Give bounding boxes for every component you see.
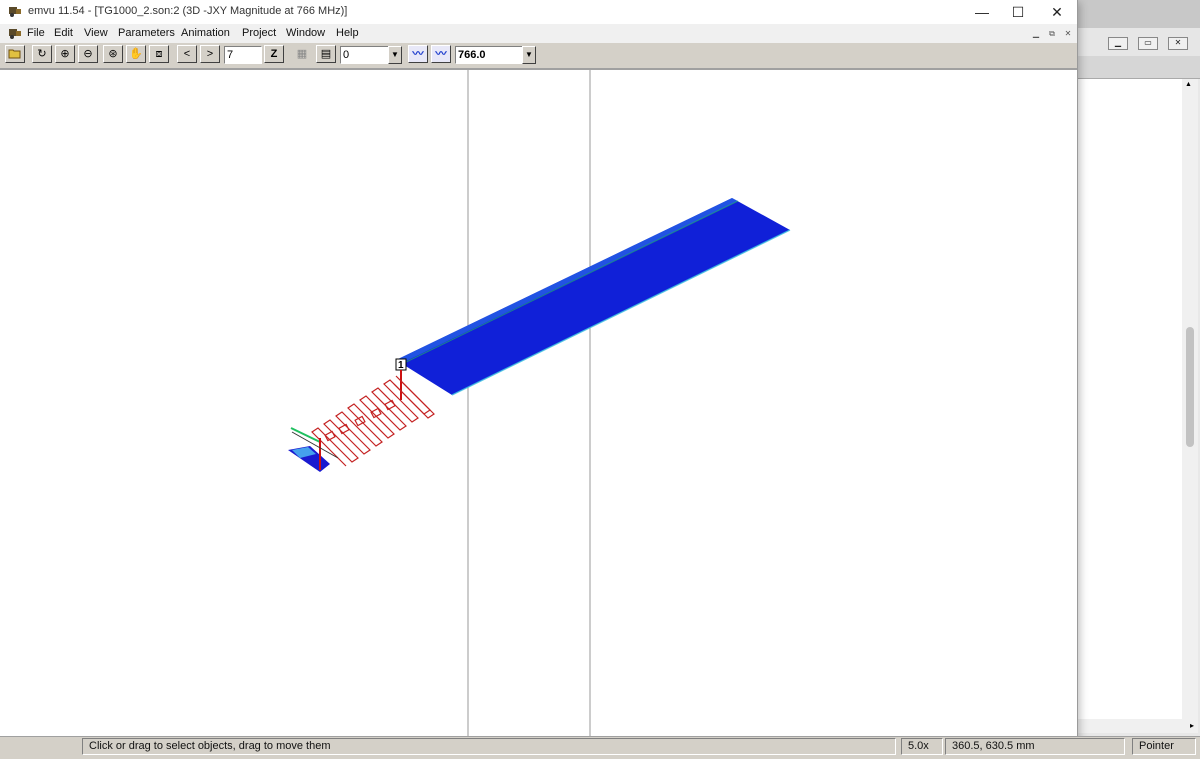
menu-parameters[interactable]: Parameters [118, 27, 175, 39]
background-window-toolbar [1076, 56, 1200, 79]
pan-button[interactable]: ✋ [126, 45, 146, 63]
status-bar: Click or drag to select objects, drag to… [0, 736, 1200, 759]
zoom-fit-icon: ⊛ [108, 48, 118, 60]
document-icon[interactable] [8, 27, 22, 39]
close-button[interactable]: ✕ [1037, 2, 1077, 22]
horizontal-scrollbar[interactable]: ▸ [1078, 719, 1198, 733]
frame-input[interactable]: 7 [224, 46, 262, 64]
menu-view[interactable]: View [84, 27, 108, 39]
mesh-icon: ▦ [296, 48, 308, 60]
scroll-up-icon[interactable]: ▲ [1185, 81, 1192, 88]
background-window: ▁ ▭ ✕ ▲ ▸ [1076, 28, 1200, 740]
level-dropdown-arrow[interactable]: ▼ [388, 46, 402, 64]
minimize-button[interactable]: — [962, 2, 1002, 22]
mdi-restore-button[interactable]: ⧉ [1046, 28, 1058, 39]
meander-line[interactable] [311, 375, 435, 467]
current-plot[interactable]: 1 [0, 70, 1077, 740]
mode-indicator: Pointer [1132, 738, 1196, 755]
background-window-titlebar: ▁ ▭ ✕ [1076, 28, 1200, 56]
main-window: emvu 11.54 - [TG1000_2.son:2 (3D -JXY Ma… [0, 0, 1078, 740]
menu-animation[interactable]: Animation [181, 27, 230, 39]
waveform-button[interactable]: 〰 [408, 45, 428, 63]
waveform-all-icon: 〰 [435, 48, 447, 60]
3d-view-canvas[interactable]: 1 [0, 70, 1077, 740]
title-bar[interactable]: emvu 11.54 - [TG1000_2.son:2 (3D -JXY Ma… [0, 0, 1077, 24]
next-button[interactable]: > [200, 45, 220, 63]
zoom-indicator: 5.0x [901, 738, 943, 755]
mesh-button[interactable]: ▦ [292, 45, 312, 63]
frequency-dropdown[interactable]: 766.0 [455, 46, 525, 64]
layers-icon: ▤ [320, 48, 332, 60]
coordinates-readout: 360.5, 630.5 mm [945, 738, 1125, 755]
menu-file[interactable]: File [27, 27, 45, 39]
scroll-thumb[interactable] [1186, 327, 1194, 447]
zoom-fit-button[interactable]: ⊛ [103, 45, 123, 63]
level-dropdown[interactable]: 0 [340, 46, 390, 64]
background-window-content [1078, 79, 1182, 719]
layers-button[interactable]: ▤ [316, 45, 336, 63]
scroll-right-icon[interactable]: ▸ [1190, 721, 1194, 730]
hand-icon: ✋ [129, 48, 143, 60]
open-button[interactable] [5, 45, 25, 63]
cube-icon: ⧈ [155, 48, 163, 60]
mdi-minimize-button[interactable]: ▁ [1030, 28, 1042, 39]
waveform-icon: 〰 [412, 48, 424, 60]
vertical-scrollbar[interactable]: ▲ [1182, 79, 1198, 719]
menu-project[interactable]: Project [242, 27, 276, 39]
zoom-out-button[interactable]: ⊖ [78, 45, 98, 63]
z-button[interactable]: Z [264, 45, 284, 63]
prev-button[interactable]: < [177, 45, 197, 63]
frequency-dropdown-arrow[interactable]: ▼ [522, 46, 536, 64]
folder-open-icon [8, 49, 21, 59]
waveform-all-button[interactable]: 〰 [431, 45, 451, 63]
zoom-in-button[interactable]: ⊕ [55, 45, 75, 63]
menu-edit[interactable]: Edit [54, 27, 73, 39]
menu-window[interactable]: Window [286, 27, 325, 39]
maximize-button[interactable]: ☐ [998, 2, 1038, 22]
patch-strip[interactable] [396, 198, 790, 395]
strip-edge-line [401, 200, 739, 365]
status-message: Click or drag to select objects, drag to… [82, 738, 896, 755]
bg-minimize-button[interactable]: ▁ [1108, 37, 1128, 50]
port-label: 1 [398, 360, 404, 371]
bg-maximize-button[interactable]: ▭ [1138, 37, 1158, 50]
bg-close-button[interactable]: ✕ [1168, 37, 1188, 50]
rotate-icon: ↻ [37, 48, 47, 60]
window-title: emvu 11.54 - [TG1000_2.son:2 (3D -JXY Ma… [28, 5, 348, 17]
mdi-close-button[interactable]: ✕ [1062, 28, 1074, 39]
zoom-out-icon: ⊖ [83, 48, 93, 60]
zoom-in-icon: ⊕ [60, 48, 70, 60]
app-logo-icon [9, 7, 21, 17]
toolbar: ↻ ⊕ ⊖ ⊛ ✋ ⧈ < > 7 Z ▦ ▤ 0 ▼ 〰 〰 766.0 ▼ [0, 43, 1077, 70]
view-3d-button[interactable]: ⧈ [149, 45, 169, 63]
rotate-button[interactable]: ↻ [32, 45, 52, 63]
menu-help[interactable]: Help [336, 27, 359, 39]
menu-bar: File Edit View Parameters Animation Proj… [0, 24, 1077, 43]
